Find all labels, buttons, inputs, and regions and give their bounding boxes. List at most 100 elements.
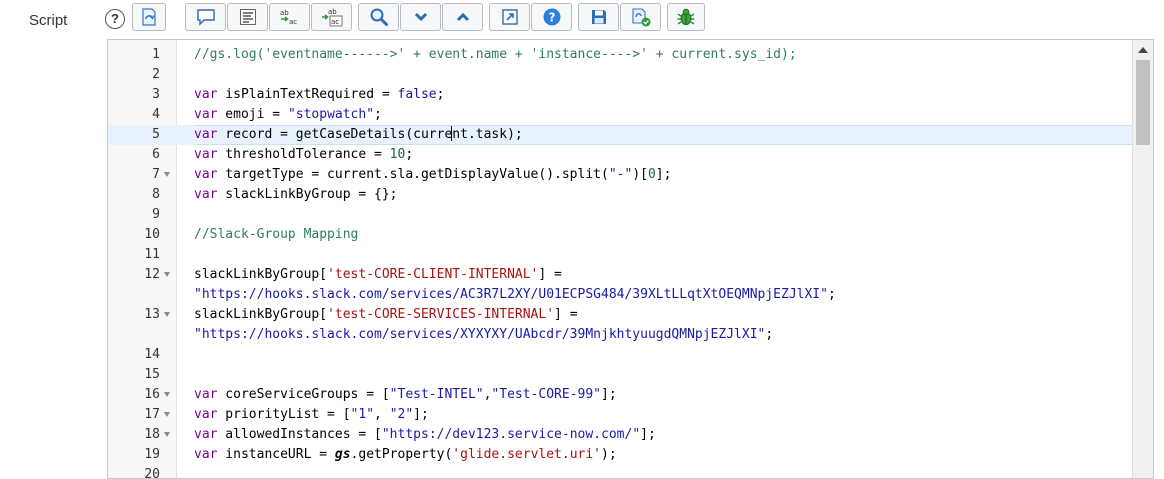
code-text: slackLinkByGroup['test-CORE-SERVICES-INT… [194,307,578,322]
code-text: "https://hooks.slack.com/services/AC3R7L… [194,287,836,302]
toggle-syntax-button[interactable] [132,3,166,31]
line-number: 8 [152,187,160,202]
vertical-scrollbar[interactable] [1132,40,1153,478]
code-line: 3 var isPlainTextRequired = false; [108,85,1133,105]
line-number: 7 [152,167,160,182]
help-icon: ? [543,8,560,26]
code-line: 1 //gs.log('eventname------>' + event.na… [108,45,1133,65]
fold-arrow-icon[interactable] [164,172,170,177]
code-line: 16 var coreServiceGroups = ["Test-INTEL"… [108,385,1133,405]
svg-text:ac: ac [289,18,297,26]
line-number: 2 [152,67,160,82]
line-number: 16 [144,387,160,402]
code-text: var coreServiceGroups = ["Test-INTEL","T… [194,387,617,402]
fullscreen-icon [501,9,518,25]
fold-arrow-icon[interactable] [164,412,170,417]
find-previous-button[interactable] [442,3,483,31]
field-help-button[interactable]: ? [105,9,125,29]
code-text: var thresholdTolerance = 10; [194,147,414,162]
fold-arrow-icon[interactable] [164,392,170,397]
scroll-up-arrow-icon[interactable] [1138,47,1148,53]
code-line: 11 [108,245,1133,265]
code-line: 15 [108,365,1133,385]
code-line: 6 var thresholdTolerance = 10; [108,145,1133,165]
line-number: 6 [152,147,160,162]
code-line: 7 var targetType = current.sla.getDispla… [108,165,1133,185]
format-code-button[interactable] [227,3,268,31]
code-line: 10 //Slack-Group Mapping [108,225,1133,245]
line-number: 15 [144,367,160,382]
line-number: 20 [144,467,160,479]
svg-text:ab: ab [280,9,289,17]
code-line: 20 [108,465,1133,479]
save-icon [591,10,606,24]
code-text: var instanceURL = gs.getProperty('glide.… [194,447,617,462]
replace-button[interactable]: ab ac [269,3,310,31]
code-line: 19 var instanceURL = gs.getProperty('gli… [108,445,1133,465]
line-number: 3 [152,87,160,102]
code-text: var slackLinkByGroup = {}; [194,187,398,202]
code-line: 8 var slackLinkByGroup = {}; [108,185,1133,205]
code-line-wrap: "https://hooks.slack.com/services/AC3R7L… [108,285,1133,305]
code-text: var targetType = current.sla.getDisplayV… [194,167,672,182]
code-text: slackLinkByGroup['test-CORE-CLIENT-INTER… [194,267,562,282]
code-line: 17 var priorityList = ["1", "2"]; [108,405,1133,425]
svg-text:?: ? [548,11,555,25]
line-number: 5 [152,127,160,142]
fold-arrow-icon[interactable] [164,432,170,437]
line-number: 19 [144,447,160,462]
script-debugger-icon [631,8,650,27]
replace-all-button[interactable]: ab ac [311,3,352,31]
line-number: 9 [152,207,160,222]
code-line: 13 slackLinkByGroup['test-CORE-SERVICES-… [108,305,1133,325]
code-line: 4 var emoji = "stopwatch"; [108,105,1133,125]
fold-arrow-icon[interactable] [164,312,170,317]
code-text: "https://hooks.slack.com/services/XYXYXY… [194,327,774,342]
debug-bug-icon [677,8,695,25]
line-number: 18 [144,427,160,442]
code-lines: 1 //gs.log('eventname------>' + event.na… [108,45,1133,479]
code-line: 2 [108,65,1133,85]
code-text: var record = getCaseDetails(current.task… [194,125,1133,145]
script-debugger-button[interactable] [620,3,661,31]
code-line: 12 slackLinkByGroup['test-CORE-CLIENT-IN… [108,265,1133,285]
code-editor[interactable]: 1 //gs.log('eventname------>' + event.na… [107,39,1154,479]
line-number: 13 [144,307,160,322]
code-text: var isPlainTextRequired = false; [194,87,445,102]
search-icon [370,8,388,26]
line-number: 4 [152,107,160,122]
svg-text:ab: ab [328,8,337,16]
code-text: //gs.log('eventname------>' + event.name… [194,47,797,62]
comment-icon [196,9,215,26]
code-text: var priorityList = ["1", "2"]; [194,407,429,422]
fold-arrow-icon[interactable] [164,272,170,277]
svg-text:ac: ac [331,18,339,26]
code-text: //Slack-Group Mapping [194,227,359,242]
chevron-down-icon [414,12,427,22]
code-text: var emoji = "stopwatch"; [194,107,382,122]
save-button[interactable] [578,3,619,31]
code-line: 9 [108,205,1133,225]
replace-all-icon: ab ac [321,8,342,27]
script-field-label: Script [29,12,68,29]
scrollbar-thumb[interactable] [1136,60,1150,145]
line-number: 14 [144,347,160,362]
code-line: 14 [108,345,1133,365]
comment-button[interactable] [185,3,226,31]
fullscreen-button[interactable] [489,3,530,31]
line-number: 11 [144,247,160,262]
replace-icon: ab ac [280,9,297,26]
search-button[interactable] [358,3,399,31]
line-number: 12 [144,267,160,282]
code-line-active: 5 var record = getCaseDetails(current.ta… [108,125,1133,145]
find-next-button[interactable] [400,3,441,31]
debug-button[interactable] [667,3,705,31]
code-line: 18 var allowedInstances = ["https://dev1… [108,425,1133,445]
code-text: var allowedInstances = ["https://dev123.… [194,427,656,442]
line-number: 1 [152,47,160,62]
help-button[interactable]: ? [531,3,572,31]
toggle-syntax-icon [142,8,156,26]
code-line-wrap: "https://hooks.slack.com/services/XYXYXY… [108,325,1133,345]
format-code-icon [239,9,256,25]
line-number: 17 [144,407,160,422]
